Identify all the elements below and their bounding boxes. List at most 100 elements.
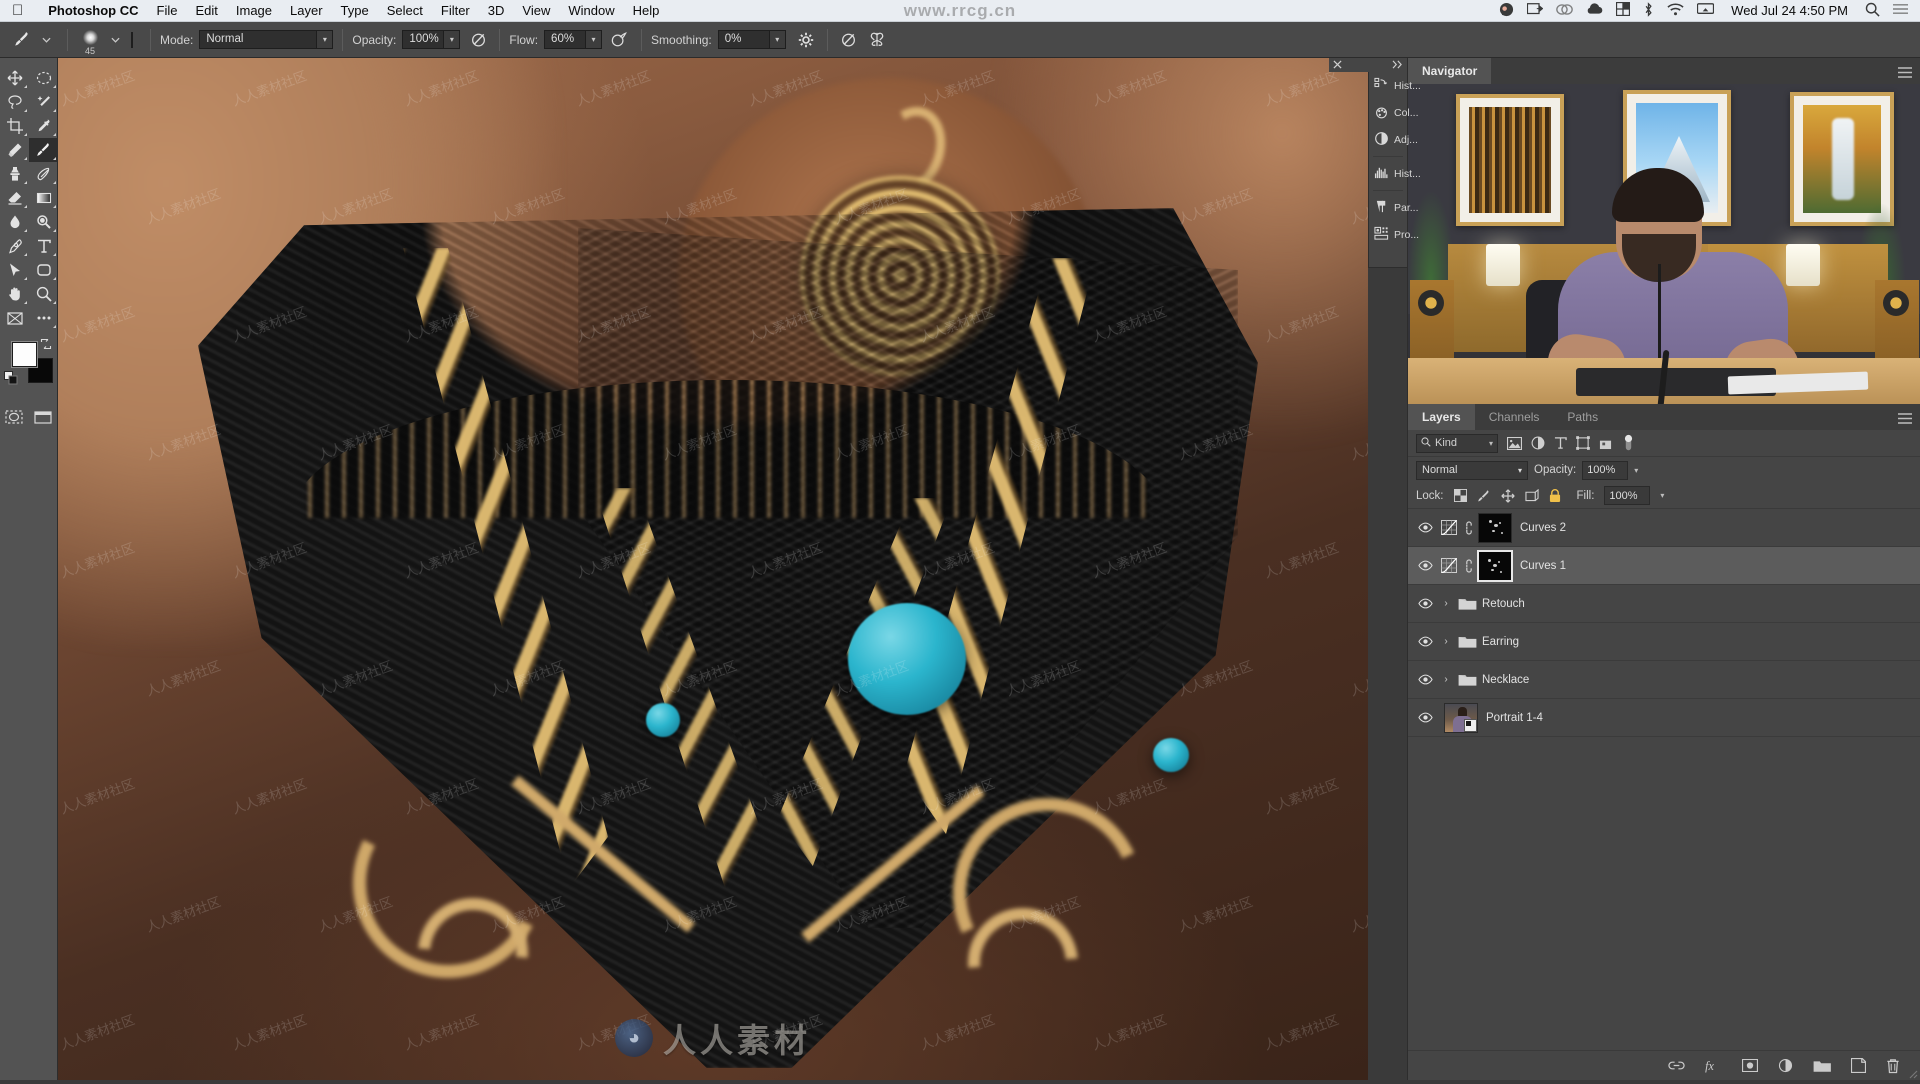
menu-item-image[interactable]: Image (227, 0, 281, 22)
add-layer-mask-button[interactable] (1742, 1059, 1758, 1072)
dodge-tool[interactable] (29, 210, 58, 234)
quick-mask-icon[interactable] (0, 406, 29, 428)
close-icon[interactable] (1333, 60, 1342, 71)
layer-style-button[interactable]: fx (1705, 1059, 1722, 1073)
rounded-rectangle-tool[interactable] (29, 258, 58, 282)
chevron-down-icon[interactable]: ▾ (1660, 491, 1664, 500)
layer-name[interactable]: Portrait 1-4 (1486, 712, 1543, 724)
user-avatar-icon[interactable] (1499, 2, 1514, 20)
navigator-preview[interactable] (1408, 84, 1920, 404)
brush-preset-caret-icon[interactable] (103, 28, 127, 52)
lock-image-pixels-icon[interactable] (1477, 489, 1491, 503)
tab-layers[interactable]: Layers (1408, 404, 1475, 430)
menubar-clock[interactable]: Wed Jul 24 4:50 PM (1727, 3, 1852, 18)
menu-app-name[interactable]: Photoshop CC (39, 0, 147, 22)
blur-tool[interactable] (0, 210, 29, 234)
window-resize-grip[interactable] (1906, 1066, 1918, 1078)
pen-tool[interactable] (0, 234, 29, 258)
search-icon[interactable] (1865, 2, 1880, 20)
layer-mask-thumbnail[interactable] (1478, 551, 1512, 581)
creative-cloud-icon[interactable] (1556, 3, 1573, 19)
new-layer-button[interactable] (1851, 1058, 1866, 1073)
smoothing-input[interactable]: 0% ▾ (718, 30, 786, 49)
chevron-right-icon[interactable]: › (1438, 598, 1454, 609)
menu-item-3d[interactable]: 3D (479, 0, 514, 22)
new-group-button[interactable] (1813, 1059, 1831, 1073)
paintbrush-tool[interactable] (29, 138, 58, 162)
layer-name[interactable]: Earring (1482, 636, 1519, 648)
history-dock-item[interactable]: Hist... (1369, 72, 1407, 99)
grid-icon[interactable] (1616, 2, 1630, 19)
menu-item-help[interactable]: Help (624, 0, 669, 22)
menu-item-edit[interactable]: Edit (186, 0, 226, 22)
clone-stamp-tool[interactable] (0, 162, 29, 186)
layer-visibility-toggle[interactable] (1412, 712, 1438, 723)
type-tool[interactable] (29, 234, 58, 258)
type-layer-filter-icon[interactable] (1554, 436, 1567, 450)
tablet-pressure-icon[interactable] (837, 28, 861, 52)
lock-transparent-pixels-icon[interactable] (1454, 489, 1467, 502)
airplay-icon[interactable] (1697, 3, 1714, 19)
document-canvas[interactable]: 人人素材社区人人素材社区人人素材社区人人素材社区人人素材社区人人素材社区人人素材… (58, 58, 1368, 1080)
menu-item-window[interactable]: Window (559, 0, 623, 22)
layer-opacity-value[interactable]: 100% (1582, 461, 1628, 480)
smart-object-filter-icon[interactable] (1599, 436, 1612, 450)
zoom-tool[interactable] (29, 282, 58, 306)
apple-logo-icon[interactable]:  (12, 3, 23, 18)
blend-mode-select[interactable]: Normal ▾ (199, 30, 333, 49)
brush-preset-preview[interactable]: 45 (77, 27, 103, 53)
chevron-down-icon[interactable]: ▾ (1634, 466, 1638, 475)
default-colors-icon[interactable] (4, 371, 18, 390)
menu-item-filter[interactable]: Filter (432, 0, 479, 22)
brush-tool-icon[interactable] (10, 28, 34, 52)
hand-tool[interactable] (0, 282, 29, 306)
layer-name[interactable]: Necklace (1482, 674, 1529, 686)
filter-toggle-icon[interactable] (1623, 434, 1634, 452)
layer-name[interactable]: Curves 1 (1520, 560, 1566, 572)
crop-tool[interactable] (0, 114, 29, 138)
foreground-color-swatch[interactable] (12, 342, 37, 367)
panel-menu-icon[interactable] (1898, 65, 1912, 83)
tab-channels[interactable]: Channels (1475, 404, 1554, 430)
pixel-layer-filter-icon[interactable] (1507, 437, 1522, 450)
paragraph-dock-item[interactable]: Par... (1369, 194, 1407, 221)
layer-visibility-toggle[interactable] (1412, 522, 1438, 533)
layer-blend-mode-select[interactable]: Normal ▾ (1416, 461, 1528, 480)
double-chevron-right-icon[interactable] (1392, 60, 1403, 71)
new-adjustment-layer-button[interactable] (1778, 1058, 1793, 1073)
airbrush-icon[interactable] (608, 28, 632, 52)
layer-name[interactable]: Curves 2 (1520, 522, 1566, 534)
panel-menu-icon[interactable] (1898, 411, 1912, 429)
opacity-input[interactable]: 100% ▾ (402, 30, 460, 49)
gear-icon[interactable] (794, 28, 818, 52)
symmetry-butterfly-icon[interactable] (865, 28, 889, 52)
adjustment-layer-filter-icon[interactable] (1531, 436, 1545, 450)
properties-dock-item[interactable]: Pro... (1369, 221, 1407, 248)
layer-visibility-toggle[interactable] (1412, 674, 1438, 685)
history-brush-tool[interactable] (29, 162, 58, 186)
brush-tool-caret-icon[interactable] (34, 28, 58, 52)
layer-name[interactable]: Retouch (1482, 598, 1525, 610)
table-row[interactable]: Curves 1 (1408, 547, 1920, 585)
gradient-tool[interactable] (29, 186, 58, 210)
table-row[interactable]: › Necklace (1408, 661, 1920, 699)
layer-list[interactable]: Curves 2 C (1408, 509, 1920, 1050)
menu-item-select[interactable]: Select (378, 0, 432, 22)
tab-paths[interactable]: Paths (1553, 404, 1612, 430)
flow-input[interactable]: 60% ▾ (544, 30, 602, 49)
eraser-tool[interactable] (0, 186, 29, 210)
table-row[interactable]: Curves 2 (1408, 509, 1920, 547)
table-row[interactable]: Portrait 1-4 (1408, 699, 1920, 737)
quick-selection-tool[interactable] (29, 90, 58, 114)
menu-item-type[interactable]: Type (332, 0, 378, 22)
color-dock-item[interactable]: Col... (1369, 99, 1407, 126)
more-tools-ellipsis-icon[interactable] (29, 306, 58, 330)
delete-layer-button[interactable] (1886, 1058, 1900, 1074)
layer-visibility-toggle[interactable] (1412, 598, 1438, 609)
eyedropper-tool[interactable] (29, 114, 58, 138)
cloud-icon[interactable] (1586, 3, 1603, 18)
screen-share-icon[interactable] (1527, 3, 1543, 19)
layer-fill-value[interactable]: 100% (1604, 486, 1650, 505)
spot-healing-brush-tool[interactable] (0, 138, 29, 162)
pressure-opacity-icon[interactable] (466, 28, 490, 52)
